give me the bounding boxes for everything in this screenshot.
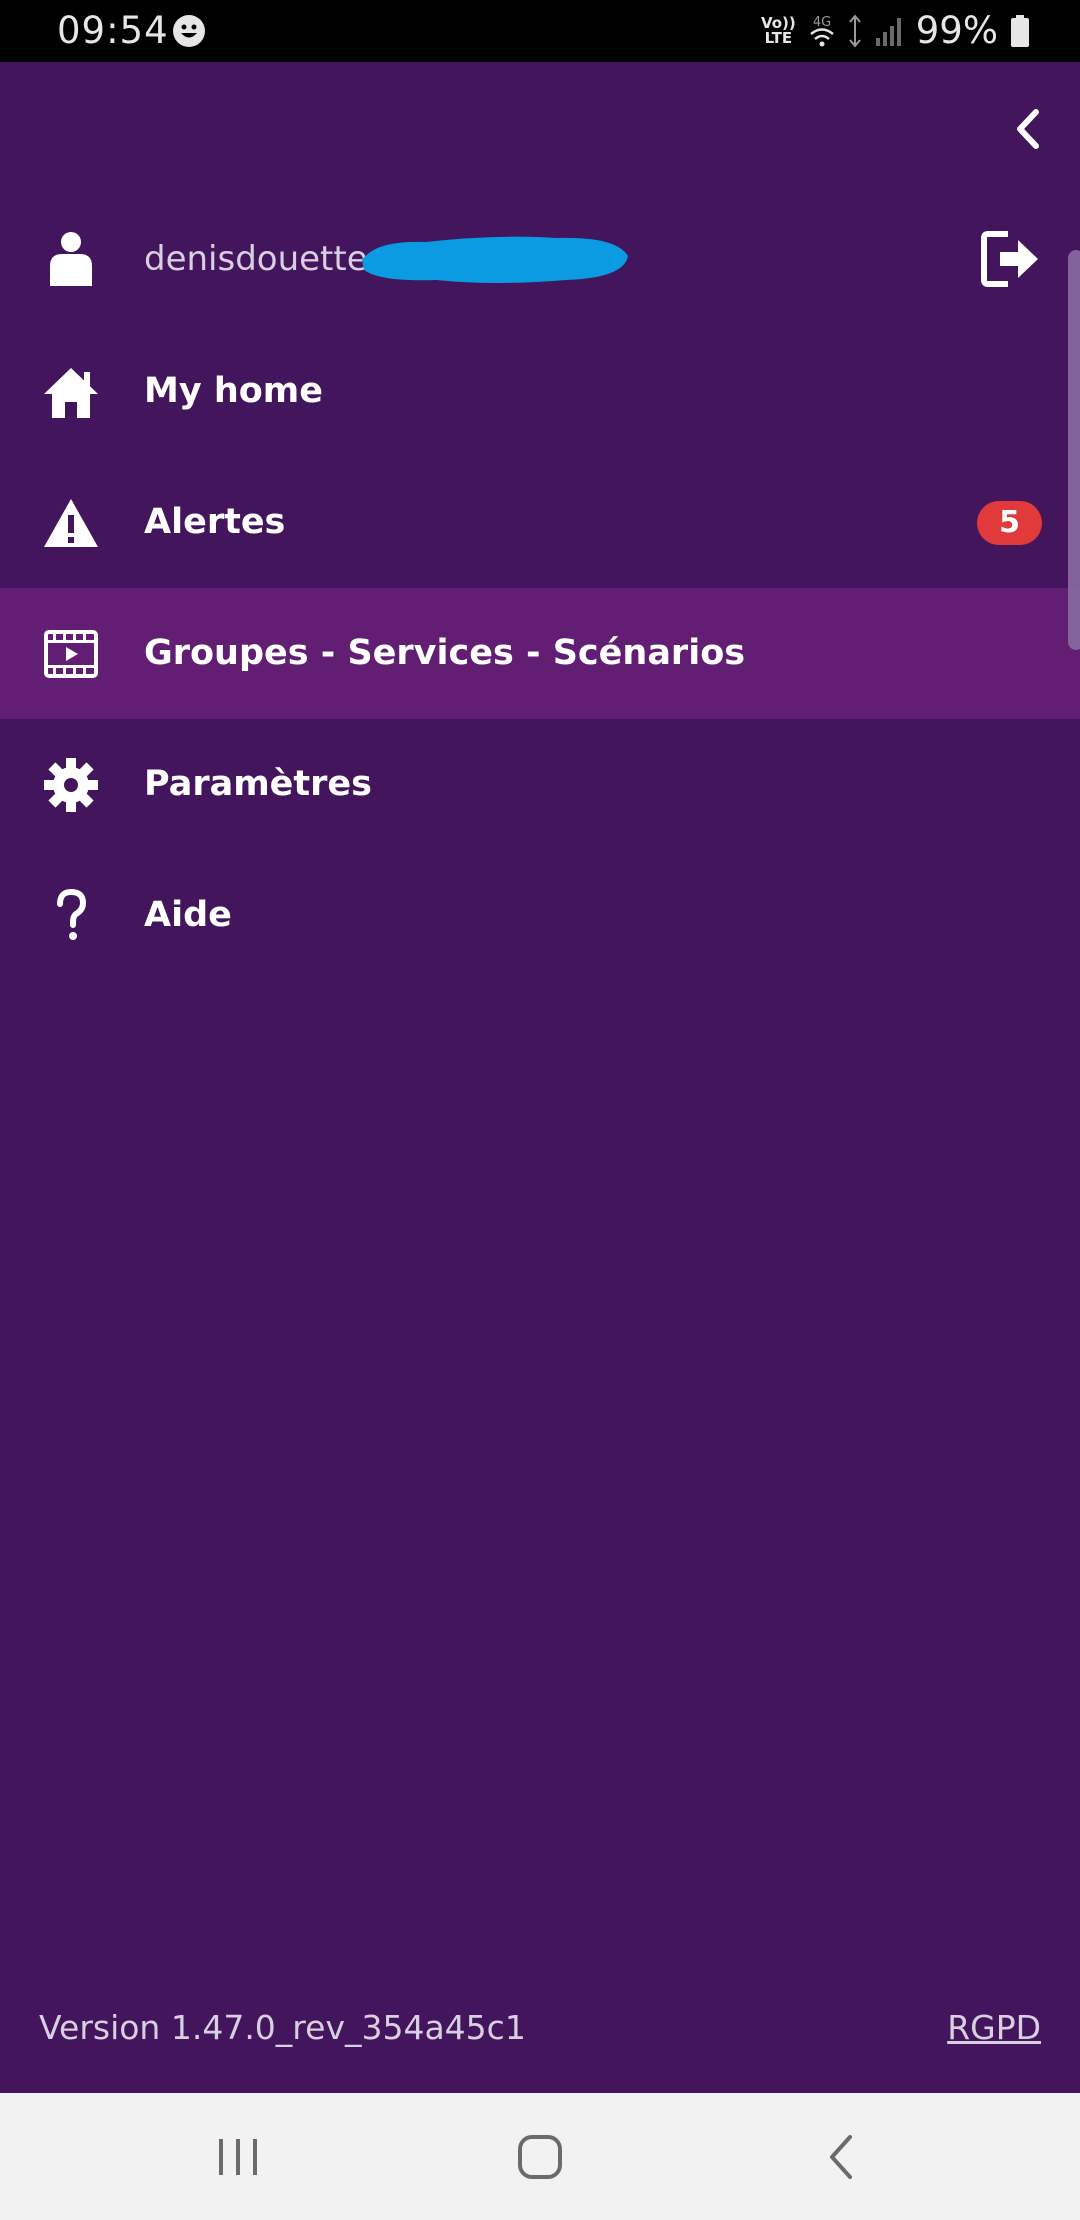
menu-item-parametres[interactable]: Paramètres: [0, 719, 1080, 850]
user-icon: [50, 232, 92, 286]
wifi-4g-icon: 4G: [809, 15, 834, 47]
menu-label: Paramètres: [144, 764, 372, 804]
recent-apps-icon[interactable]: [202, 2121, 274, 2193]
svg-text:4G: 4G: [813, 15, 831, 30]
home-icon: [44, 368, 98, 418]
film-icon: [44, 630, 98, 678]
status-time: 09:54: [57, 9, 169, 52]
gear-icon: [44, 758, 98, 812]
close-drawer-chevron-icon[interactable]: [1004, 104, 1054, 154]
notification-face-icon: [173, 15, 205, 47]
warning-icon: [44, 499, 98, 547]
help-icon: [57, 888, 87, 940]
home-button-icon[interactable]: [504, 2121, 576, 2193]
drawer-menu: My home Alertes 5 Groupes - Services - S…: [0, 326, 1080, 981]
app-screen: 09:54 Vo)) LTE 4G 99% denisdouette My ho…: [0, 0, 1080, 2220]
system-nav-bar: [0, 2093, 1080, 2220]
menu-label: My home: [144, 371, 323, 411]
status-bar: 09:54 Vo)) LTE 4G 99%: [0, 0, 1080, 62]
status-icons: Vo)) LTE 4G 99%: [761, 8, 1030, 54]
battery-icon: [1011, 15, 1029, 47]
user-name: denisdouette: [144, 239, 368, 279]
version-label: Version 1.47.0_rev_354a45c1: [39, 2008, 526, 2047]
logout-icon[interactable]: [978, 228, 1042, 290]
menu-item-alertes[interactable]: Alertes 5: [0, 457, 1080, 588]
menu-item-aide[interactable]: Aide: [0, 850, 1080, 981]
battery-percentage: 99%: [915, 9, 998, 52]
signal-icon: [875, 18, 901, 46]
menu-label: Aide: [144, 895, 232, 935]
menu-item-my-home[interactable]: My home: [0, 326, 1080, 457]
user-account-row: denisdouette: [0, 214, 1080, 304]
alert-count-badge: 5: [977, 501, 1042, 545]
rgpd-link[interactable]: RGPD: [947, 2000, 1041, 2056]
menu-item-groupes-services-scenarios[interactable]: Groupes - Services - Scénarios: [0, 588, 1080, 719]
volte-indicator: Vo)) LTE: [760, 14, 796, 47]
menu-label: Alertes: [144, 502, 286, 542]
back-button-icon[interactable]: [806, 2121, 878, 2193]
scroll-indicator: [1068, 250, 1080, 650]
redaction-scribble: [362, 236, 628, 283]
menu-label: Groupes - Services - Scénarios: [144, 633, 746, 673]
data-arrows-icon: [848, 14, 861, 48]
